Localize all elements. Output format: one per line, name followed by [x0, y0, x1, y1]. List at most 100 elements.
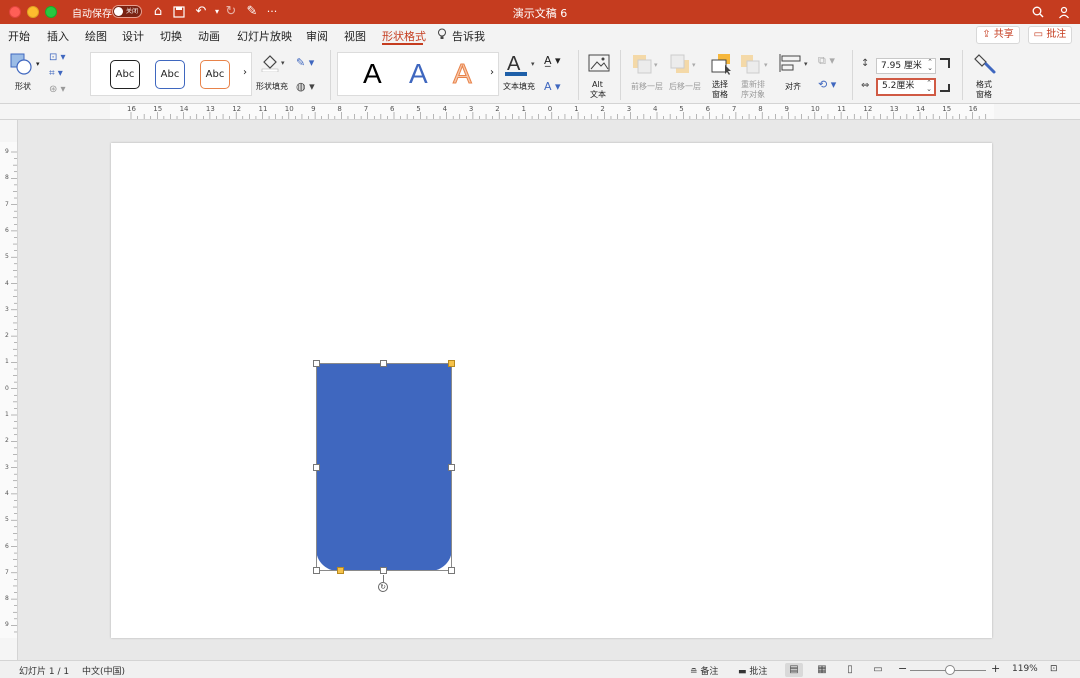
text-outline-icon[interactable]: A̲ ▾ [544, 54, 561, 67]
shape-height-input[interactable]: 7.95 厘米 ⌃ ⌄ [876, 58, 936, 74]
ruler-number: 7 [5, 568, 9, 576]
wordart-style-2[interactable]: A [409, 56, 428, 92]
send-backward-icon[interactable]: ▾ [670, 54, 696, 76]
tab-insert[interactable]: 插入 [47, 28, 69, 44]
resize-handle-e[interactable] [448, 464, 455, 471]
zoom-out-icon[interactable]: − [898, 662, 907, 675]
slideshow-view-icon[interactable]: ▭ [869, 663, 887, 677]
lightbulb-icon[interactable] [437, 28, 447, 43]
ruler-number: 5 [416, 105, 421, 113]
resize-handle-w[interactable] [313, 464, 320, 471]
wordart-style-3[interactable]: A [453, 56, 473, 92]
reorder-label-1: 重新排 [741, 80, 765, 89]
gallery-more-icon[interactable]: › [243, 67, 247, 78]
resize-handle-nw[interactable] [313, 360, 320, 367]
bring-forward-icon[interactable]: ▾ [632, 54, 658, 76]
selection-pane-label-1: 选择 [712, 80, 728, 89]
zoom-slider-knob[interactable] [945, 665, 955, 675]
tab-transitions[interactable]: 切换 [160, 28, 182, 44]
size-dialog-corner-icon[interactable] [940, 84, 950, 92]
shape-style-1[interactable]: Abc [110, 60, 140, 89]
wordart-style-1[interactable]: A [363, 56, 382, 92]
notes-label: 备注 [700, 667, 719, 677]
tab-design[interactable]: 设计 [122, 28, 144, 44]
ruler-number: 13 [889, 105, 899, 113]
shape-width-input[interactable]: 5.2厘米 ⌃ ⌄ [876, 78, 936, 96]
horizontal-ruler[interactable]: 16 15 14 13 12 11 10 9 8 7 6 5 4 3 2 1 0 1 2 3 4 5 6 7 8 9 10 11 12 1… [0, 104, 1080, 120]
shape-style-3[interactable]: Abc [200, 60, 230, 89]
resize-handle-se[interactable] [448, 567, 455, 574]
shapes-icon[interactable] [9, 52, 33, 76]
rotate-handle-icon[interactable]: ↻ [378, 582, 388, 592]
notes-button[interactable]: ≘ 备注 [690, 664, 718, 677]
bring-forward-label: 前移一层 [631, 82, 663, 91]
edit-shape-icon[interactable]: ⊡ ▾ [49, 52, 73, 64]
ruler-number: 6 [5, 226, 9, 234]
tab-slideshow[interactable]: 幻灯片放映 [237, 28, 292, 44]
ruler-number: 7 [731, 105, 737, 113]
merge-shapes-icon[interactable]: ⊛ ▾ [49, 84, 73, 96]
ruler-number: 8 [758, 105, 763, 113]
ribbon-separator [330, 50, 331, 100]
tab-review[interactable]: 审阅 [306, 28, 328, 44]
width-spinner-icon[interactable]: ⌃ ⌄ [926, 80, 932, 93]
comments-status-button[interactable]: ▬ 批注 [738, 664, 767, 677]
ruler-number: 4 [5, 279, 9, 287]
align-icon[interactable]: ▾ [778, 52, 812, 74]
text-effects-icon[interactable]: A ▾ [544, 80, 561, 93]
svg-text:▾: ▾ [654, 61, 658, 69]
group-icon[interactable]: ⧉ ▾ [818, 54, 835, 68]
wordart-more-icon[interactable]: › [490, 67, 494, 78]
zoom-level[interactable]: 119% [1012, 664, 1038, 674]
tab-tell-me[interactable]: 告诉我 [452, 28, 485, 44]
normal-view-icon[interactable]: ▤ [785, 663, 803, 677]
shape-style-2[interactable]: Abc [155, 60, 185, 89]
comments-label: 批注 [1046, 29, 1067, 40]
vertical-ruler[interactable]: 9 8 7 6 5 4 3 2 1 0 1 2 3 4 5 6 7 8 9 [0, 120, 18, 660]
size-dialog-corner-icon[interactable] [940, 58, 950, 68]
share-button[interactable]: ⇪ 共享 [976, 26, 1020, 44]
text-fill-icon[interactable]: A ▾ [504, 52, 535, 78]
reorder-objects-icon[interactable]: ▾ [740, 54, 772, 76]
ruler-number: 9 [311, 105, 316, 113]
ruler-number: 5 [679, 105, 684, 113]
tab-shape-format[interactable]: 形状格式 [382, 28, 426, 44]
shape-fill-label: 形状填充 [256, 82, 288, 91]
tab-animations[interactable]: 动画 [198, 28, 220, 44]
adjust-handle-top[interactable] [448, 360, 455, 367]
rotate-icon[interactable]: ⟲ ▾ [818, 78, 836, 91]
format-pane-label-2: 窗格 [976, 90, 992, 99]
shape-outline-icon[interactable]: ✎ ▾ [296, 56, 314, 69]
reorder-label-2: 序对象 [741, 90, 765, 99]
wordart-styles-gallery: A A A › [337, 52, 499, 96]
svg-text:▾: ▾ [804, 60, 808, 68]
language-indicator[interactable]: 中文(中国) [82, 664, 125, 677]
tab-draw[interactable]: 绘图 [85, 28, 107, 44]
text-box-icon[interactable]: ⌗ ▾ [49, 68, 73, 80]
ruler-number: 6 [5, 542, 9, 550]
reading-view-icon[interactable]: ▯ [841, 663, 859, 677]
resize-handle-s[interactable] [380, 567, 387, 574]
slide-canvas[interactable] [111, 143, 992, 638]
comments-button[interactable]: ▭ 批注 [1028, 26, 1072, 44]
paint-bucket-icon[interactable]: ▾ [260, 52, 286, 73]
slide-sorter-view-icon[interactable]: ▦ [813, 663, 831, 677]
format-pane-icon[interactable] [974, 52, 998, 76]
height-spinner-icon[interactable]: ⌃ ⌄ [927, 59, 933, 72]
ruler-number: 15 [942, 105, 952, 113]
adjust-handle-bottom[interactable] [337, 567, 344, 574]
resize-handle-n[interactable] [380, 360, 387, 367]
tab-home[interactable]: 开始 [8, 28, 30, 44]
ruler-number: 16 [127, 105, 136, 113]
search-icon[interactable] [1030, 4, 1046, 20]
resize-handle-sw[interactable] [313, 567, 320, 574]
shapes-dropdown-icon[interactable]: ▾ [36, 60, 40, 68]
account-icon[interactable] [1056, 4, 1072, 20]
shape-effects-icon[interactable]: ◍ ▾ [296, 80, 315, 93]
tab-view[interactable]: 视图 [344, 28, 366, 44]
format-pane-label-1: 格式 [976, 80, 992, 89]
zoom-in-icon[interactable]: + [991, 662, 1000, 675]
alt-text-icon[interactable] [588, 54, 610, 74]
fit-to-window-icon[interactable]: ⊡ [1050, 664, 1058, 674]
selection-pane-icon[interactable] [710, 52, 734, 76]
